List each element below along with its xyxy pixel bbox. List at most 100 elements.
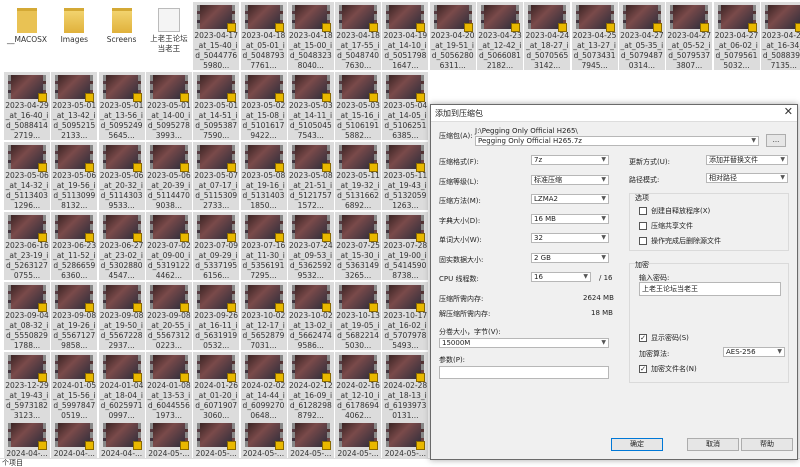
file-item[interactable]: 2024-01-04_at_18-04_id_60259710997... xyxy=(98,352,145,420)
path-mode-select[interactable]: 相对路径 ▼ xyxy=(706,173,788,183)
file-item[interactable]: 2023-05-08_at_19-16_id_51314031850... xyxy=(240,142,287,210)
file-item[interactable]: 2024-05-... xyxy=(145,420,192,458)
file-item[interactable]: 2023-09-04_at_08-32_id_55508291788... xyxy=(4,282,50,350)
file-item[interactable]: 2023-04-24_at_18-27_id_50705653142... xyxy=(524,2,571,70)
file-item[interactable]: 2023-06-16_at_23-19_id_52631270755... xyxy=(4,212,50,280)
file-item[interactable]: 2023-05-06_at_19-56_id_51130998132... xyxy=(51,142,98,210)
file-item[interactable]: 2024-04-... xyxy=(4,420,50,458)
file-item[interactable]: 上老王论坛当老王 xyxy=(146,2,192,70)
delete-source-checkbox[interactable]: 操作完成后删除源文件 xyxy=(639,236,721,246)
file-item[interactable]: 2023-04-17_at_15-40_id_50447765980... xyxy=(193,2,240,70)
file-item[interactable]: 2023-04-20_at_19-51_id_50562806311... xyxy=(429,2,476,70)
video-thumbnail-icon xyxy=(244,355,284,382)
file-item[interactable]: 2023-05-04_at_14-05_id_51062516385... xyxy=(382,72,429,140)
file-item[interactable]: 2023-04-23_at_12-42_id_50660812182... xyxy=(477,2,523,70)
file-item[interactable]: 2023-05-01_at_13-42_id_50952152133... xyxy=(51,72,98,140)
field-select[interactable]: 32 ▼ xyxy=(531,233,609,243)
file-item[interactable]: 2023-10-13_at_19-05_id_56822145030... xyxy=(335,282,382,350)
field-select[interactable]: 7z ▼ xyxy=(531,155,609,165)
folder-item[interactable]: __MACOSX xyxy=(4,2,50,70)
encryption-method-label: 加密算法: xyxy=(639,350,670,358)
browse-button[interactable]: ... xyxy=(766,134,786,147)
file-item[interactable]: 2023-05-03_at_14-11_id_51050457543... xyxy=(287,72,334,140)
file-item[interactable]: 2023-09-08_at_19-50_id_55672282937... xyxy=(98,282,145,350)
password-input[interactable]: 上老王论坛当老王 xyxy=(639,282,781,296)
file-item[interactable]: 2023-07-09_at_09-29_id_53371956156... xyxy=(193,212,240,280)
file-item[interactable]: 2023-04-25_at_13-27_id_50734317945... xyxy=(571,2,618,70)
file-item[interactable]: 2024-04-... xyxy=(98,420,145,458)
close-icon[interactable]: ✕ xyxy=(784,105,793,118)
folder-item[interactable]: Screens xyxy=(99,2,145,70)
ok-button[interactable]: 确定 xyxy=(611,438,663,451)
sfx-checkbox[interactable]: 创建自释放程序(X) xyxy=(639,206,710,216)
update-mode-select[interactable]: 添加并替换文件 ▼ xyxy=(706,155,788,165)
file-item[interactable]: 2023-07-28_at_19-00_id_54145908738... xyxy=(382,212,429,280)
file-item[interactable]: 2024-02-02_at_14-44_id_60992700648... xyxy=(240,352,287,420)
file-item[interactable]: 2023-07-24_at_09-53_id_53625929532... xyxy=(287,212,334,280)
field-select[interactable]: LZMA2 ▼ xyxy=(531,194,609,204)
file-item[interactable]: 2023-10-02_at_12-17_id_56528797031... xyxy=(240,282,287,350)
archive-name-combo[interactable]: Pegging Only Official H265.7z ▼ xyxy=(475,136,759,146)
folder-item[interactable]: Images xyxy=(51,2,97,70)
file-item[interactable]: 2023-05-08_at_21-51_id_51217571572... xyxy=(287,142,334,210)
file-item[interactable]: 2024-02-12_at_16-09_id_61282988792... xyxy=(287,352,334,420)
show-password-checkbox[interactable]: ✓ 显示密码(S) xyxy=(639,333,689,343)
file-item[interactable]: 2023-10-02_at_13-02_id_56624749586... xyxy=(287,282,334,350)
file-item[interactable]: 2023-05-06_at_20-39_id_51144709038... xyxy=(145,142,192,210)
field-select[interactable]: 16 MB ▼ xyxy=(531,213,609,224)
lock-badge-icon xyxy=(274,23,284,32)
file-item[interactable]: 2024-01-05_at_15-56_id_59978470519... xyxy=(51,352,98,420)
file-item[interactable]: 2023-09-08_at_19-26_id_55671279858... xyxy=(51,282,98,350)
file-item[interactable]: 2023-10-17_at_16-02_id_57079785493... xyxy=(382,282,429,350)
file-item[interactable]: 2023-04-18_at_05-01_id_50487937761... xyxy=(240,2,287,70)
file-item[interactable]: 2024-05-... xyxy=(193,420,240,458)
file-name: 2023-05-03_at_15-16_id_51061915882... xyxy=(336,101,380,140)
file-item[interactable]: 2023-12-29_at_19-43_id_59731823123... xyxy=(4,352,50,420)
file-item[interactable]: 2023-09-08_at_20-55_id_55673120223... xyxy=(145,282,192,350)
file-item[interactable]: 2023-04-18_at_15-00_id_50483238040... xyxy=(287,2,334,70)
file-item[interactable]: 2023-05-11_at_19-32_id_51316626892... xyxy=(335,142,382,210)
file-item[interactable]: 2024-05-... xyxy=(335,420,382,458)
file-item[interactable]: 2023-06-27_at_23-02_id_53028804547... xyxy=(98,212,145,280)
file-item[interactable]: 2023-04-27_at_06-02_id_50795615032... xyxy=(713,2,760,70)
file-item[interactable]: 2023-05-06_at_14-32_id_51134031296... xyxy=(4,142,50,210)
file-item[interactable]: 2024-05-... xyxy=(240,420,287,458)
file-item[interactable]: 2023-05-01_at_13-56_id_50952495645... xyxy=(98,72,145,140)
file-item[interactable]: 2023-05-01_at_14-00_id_50952783993... xyxy=(145,72,192,140)
file-item[interactable]: 2023-05-11_at_19-43_id_51320591263... xyxy=(382,142,429,210)
field-select[interactable]: 标准压缩 ▼ xyxy=(531,174,609,185)
encryption-method-select[interactable]: AES-256 ▼ xyxy=(723,347,785,357)
file-item[interactable]: 2023-05-06_at_20-32_id_51143039533... xyxy=(98,142,145,210)
file-item[interactable]: 2023-07-25_at_15-30_id_53631493265... xyxy=(335,212,382,280)
file-item[interactable]: 2023-04-29_at_16-34_id_50883997135... xyxy=(760,2,800,70)
file-item[interactable]: 2023-05-03_at_15-16_id_51061915882... xyxy=(335,72,382,140)
file-item[interactable]: 2023-09-26_at_16-11_id_56319190532... xyxy=(193,282,240,350)
file-item[interactable]: 2024-04-... xyxy=(51,420,98,458)
field-select[interactable]: 2 GB ▼ xyxy=(531,252,609,263)
file-item[interactable]: 2024-05-... xyxy=(287,420,334,458)
file-item[interactable]: 2023-04-18_at_17-55_id_50487407630... xyxy=(335,2,382,70)
file-item[interactable]: 2023-04-27_at_05-52_id_50795373807... xyxy=(666,2,713,70)
field-select[interactable]: 16 ▼ xyxy=(531,272,591,282)
file-item[interactable]: 2023-05-07_at_07-17_id_51153092733... xyxy=(193,142,240,210)
mem-decompress-label: 解压缩所需内存: xyxy=(439,310,491,318)
file-item[interactable]: 2023-05-01_at_14-51_id_50953877590... xyxy=(193,72,240,140)
file-item[interactable]: 2023-04-19_at_14-10_id_50517981647... xyxy=(382,2,429,70)
cancel-button[interactable]: 取消 xyxy=(687,438,739,451)
encrypt-filenames-checkbox[interactable]: ✓ 加密文件名(N) xyxy=(639,364,697,374)
split-volume-combo[interactable]: 15000M ▼ xyxy=(439,338,609,348)
file-item[interactable]: 2024-01-26_at_01-20_id_60719073060... xyxy=(193,352,240,420)
params-input[interactable] xyxy=(439,366,609,379)
shared-files-checkbox[interactable]: 压缩共享文件 xyxy=(639,221,693,231)
file-item[interactable]: 2023-07-16_at_11-30_id_53561917295... xyxy=(240,212,287,280)
file-item[interactable]: 2023-05-02_at_15-08_id_51016179422... xyxy=(240,72,287,140)
help-button[interactable]: 帮助 xyxy=(741,438,793,451)
file-item[interactable]: 2024-01-08_at_13-53_id_60445561973... xyxy=(145,352,192,420)
file-item[interactable]: 2024-02-28_at_18-13_id_61939730131... xyxy=(382,352,429,420)
file-item[interactable]: 2023-04-29_at_16-40_id_50884142719... xyxy=(4,72,50,140)
file-item[interactable]: 2023-04-27_at_05-35_id_50794870314... xyxy=(618,2,665,70)
file-item[interactable]: 2023-06-23_at_11-52_id_52866596360... xyxy=(51,212,98,280)
file-item[interactable]: 2024-02-16_at_12-10_id_61786944062... xyxy=(335,352,382,420)
file-item[interactable]: 2024-05-... xyxy=(382,420,429,458)
file-item[interactable]: 2023-07-02_at_09-00_id_53191224462... xyxy=(145,212,192,280)
